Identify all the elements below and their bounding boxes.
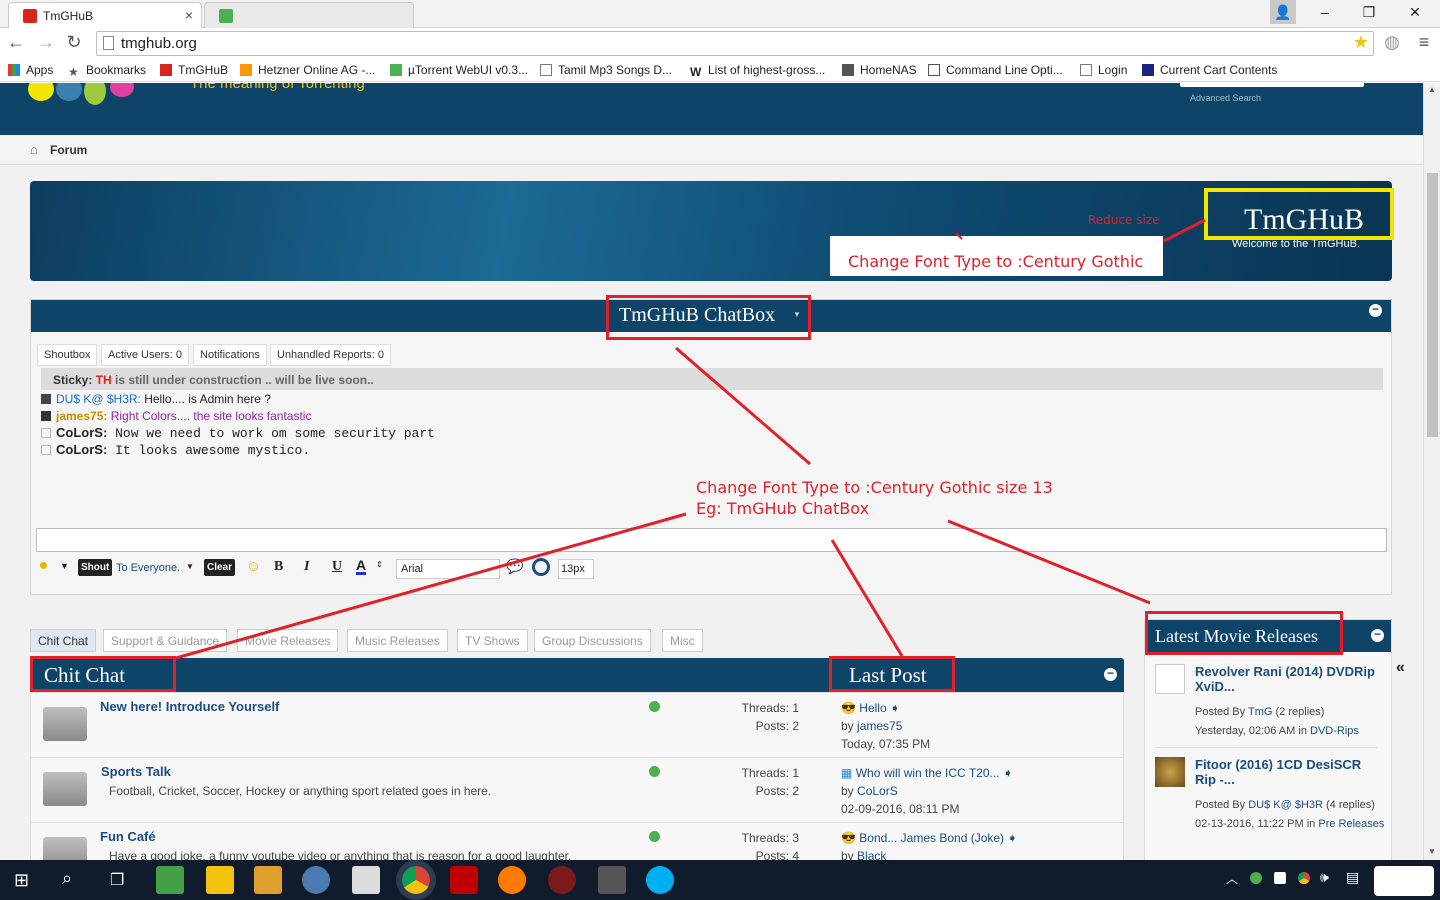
page-icon: [1080, 64, 1092, 76]
hetzner-icon: [240, 64, 252, 76]
filezilla-icon[interactable]: [450, 866, 478, 894]
url-text: tmghub.org: [121, 35, 197, 52]
scroll-up-icon[interactable]: ▲: [1428, 85, 1436, 94]
bookmarks-bar: Apps ★ Bookmarks TmGHuB Hetzner Online AG…: [0, 58, 1440, 82]
arrow-line: [1163, 218, 1206, 243]
bookmark-cart[interactable]: Current Cart Contents: [1142, 63, 1277, 77]
reload-icon[interactable]: ↻: [62, 32, 86, 53]
bookmark-command-line[interactable]: Command Line Opti...: [928, 63, 1063, 77]
bookmark-wikipedia[interactable]: W List of highest-gross...: [690, 63, 825, 79]
bookmark-utorrent[interactable]: µTorrent WebUI v0.3...: [390, 63, 528, 77]
clock-area[interactable]: [1374, 866, 1434, 896]
file-explorer-icon[interactable]: [206, 866, 234, 894]
wikipedia-icon: W: [690, 65, 702, 79]
bookmark-homenas[interactable]: HomeNAS: [842, 63, 917, 77]
bookmark-tamil-mp3[interactable]: Tamil Mp3 Songs D...: [540, 63, 672, 77]
browser-tab-active[interactable]: TmGHuB ×: [8, 2, 202, 28]
page-icon: [103, 36, 114, 50]
cart-icon: [1142, 64, 1154, 76]
bookmark-bookmarks[interactable]: ★ Bookmarks: [68, 63, 146, 79]
task-view-icon[interactable]: ❐: [110, 870, 124, 890]
arrow-line: [175, 512, 687, 660]
bookmark-tmghub[interactable]: TmGHuB: [160, 63, 228, 77]
search-icon[interactable]: ⌕: [62, 868, 72, 889]
apps-grid-icon: [8, 64, 20, 76]
tmghub-favicon: [23, 9, 37, 23]
back-icon[interactable]: ←: [4, 32, 28, 53]
skype-icon[interactable]: [646, 866, 674, 894]
grid-icon: [928, 64, 940, 76]
firefox-icon[interactable]: [498, 866, 526, 894]
app-icon[interactable]: [548, 866, 576, 894]
media-player-icon[interactable]: [254, 866, 282, 894]
utorrent-favicon: [219, 9, 233, 23]
nas-icon: [842, 64, 854, 76]
arrow-line: [955, 232, 963, 240]
tab-title: TmGHuB: [43, 9, 94, 23]
browser-app-icon[interactable]: [302, 866, 330, 894]
page-icon: [540, 64, 552, 76]
bookmark-apps[interactable]: Apps: [8, 63, 53, 77]
forward-icon[interactable]: →: [34, 32, 58, 53]
bookmark-hetzner[interactable]: Hetzner Online AG -...: [240, 63, 375, 77]
scrollbar-thumb[interactable]: [1427, 173, 1438, 437]
volume-icon[interactable]: 🕪: [1320, 869, 1329, 886]
restore-icon[interactable]: ❐: [1346, 0, 1392, 24]
tray-icon[interactable]: [1250, 872, 1262, 884]
arrow-line: [830, 539, 904, 657]
vertical-scrollbar[interactable]: ▲ ▼: [1423, 83, 1440, 860]
close-tab-icon[interactable]: ×: [185, 7, 193, 23]
scroll-down-icon[interactable]: ▼: [1428, 847, 1436, 856]
tray-chrome-icon[interactable]: [1298, 872, 1310, 884]
chevron-up-icon[interactable]: ︿: [1226, 870, 1238, 887]
bookmark-login[interactable]: Login: [1080, 63, 1127, 77]
taskbar-app-icon[interactable]: [156, 866, 184, 894]
windows-taskbar: ⊞ ⌕ ❐ ︿ 🕪 ▤: [0, 860, 1440, 900]
bookmark-star-icon[interactable]: ★: [1353, 32, 1369, 53]
address-toolbar: ← → ↻ tmghub.org ★ ◍ ≡: [0, 28, 1440, 58]
calculator-icon[interactable]: [352, 866, 380, 894]
user-profile-icon[interactable]: 👤: [1270, 0, 1296, 24]
arrow-line: [947, 519, 1151, 605]
web-page: The meaning of Torrenting Advanced Searc…: [0, 83, 1423, 860]
tray-icon[interactable]: [1274, 872, 1286, 884]
browser-tab-inactive[interactable]: [204, 2, 414, 28]
tmghub-favicon: [160, 64, 172, 76]
star-icon: ★: [68, 65, 79, 79]
windows-start-icon[interactable]: ⊞: [14, 870, 29, 891]
arrow-line: [675, 346, 811, 466]
close-window-icon[interactable]: ✕: [1392, 0, 1438, 24]
extension-globe-icon[interactable]: ◍: [1380, 32, 1404, 53]
chrome-menu-icon[interactable]: ≡: [1412, 32, 1436, 53]
address-bar[interactable]: tmghub.org ★: [96, 31, 1374, 56]
browser-tab-bar: TmGHuB × 👤 – ❐ ✕: [0, 0, 1440, 28]
minimize-icon[interactable]: –: [1302, 0, 1348, 24]
annotation-arrows: [175, 218, 1206, 660]
chrome-icon[interactable]: [402, 866, 430, 894]
app-icon[interactable]: [598, 866, 626, 894]
utorrent-icon: [390, 64, 402, 76]
notifications-icon[interactable]: ▤: [1346, 869, 1359, 886]
